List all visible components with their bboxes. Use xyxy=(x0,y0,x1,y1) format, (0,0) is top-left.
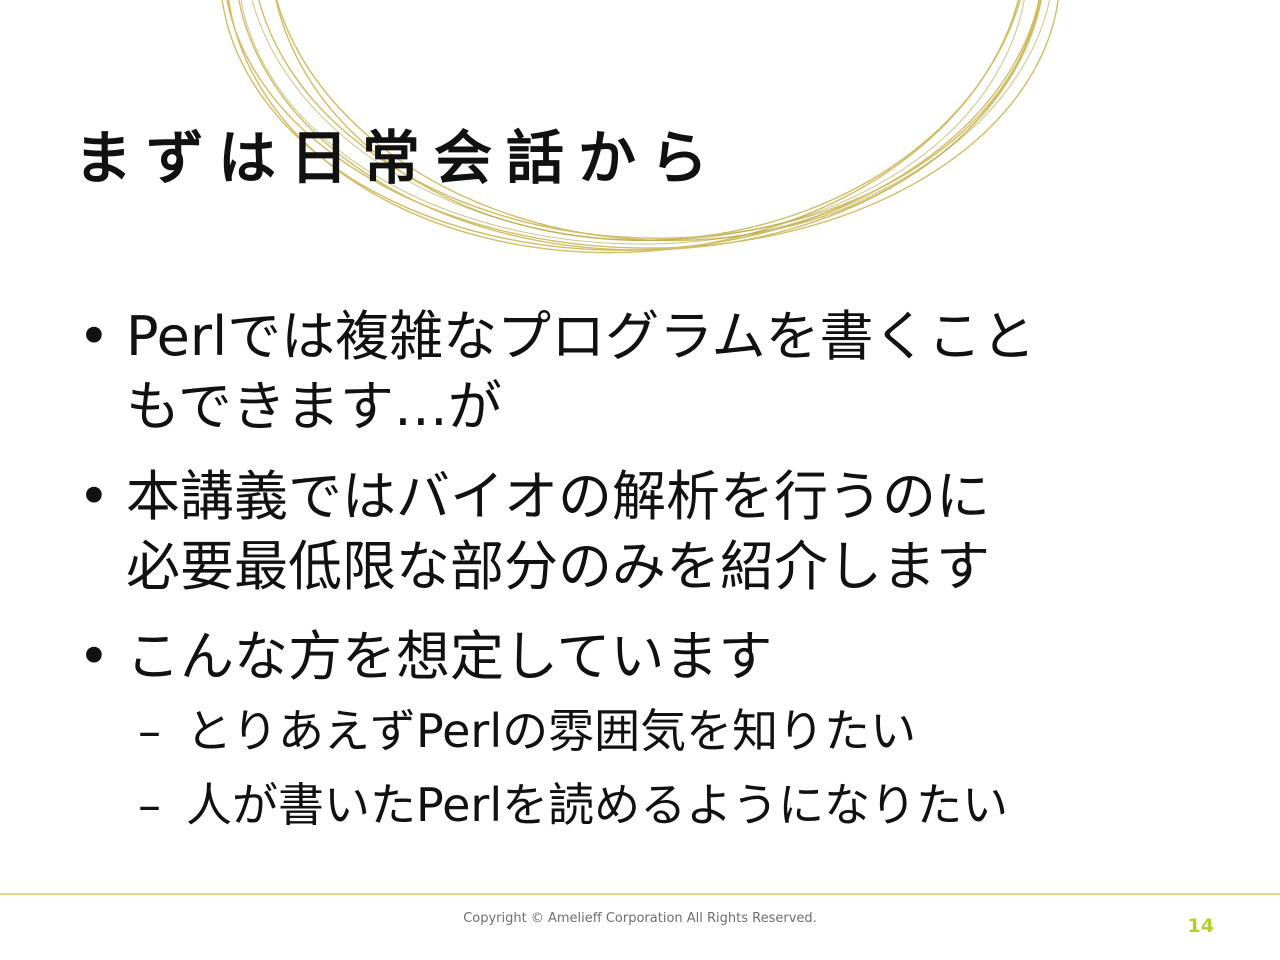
sub-bullet-text: 人が書いたPerlを読めるようになりたい xyxy=(186,778,1009,832)
bullet-item: • 本講義ではバイオの解析を行うのに 必要最低限な部分のみを紹介します xyxy=(78,462,1238,602)
sub-bullet-text: とりあえずPerlの雰囲気を知りたい xyxy=(186,704,917,758)
bullet-text-line: もできます…が xyxy=(126,375,502,438)
sub-bullet-marker: – xyxy=(138,778,161,832)
bullet-text-line: こんな方を想定しています xyxy=(126,625,773,688)
bullet-marker: • xyxy=(78,465,110,528)
bullet-text-line: 本講義ではバイオの解析を行うのに xyxy=(126,465,990,528)
bullet-marker: • xyxy=(78,625,110,688)
bullet-list: • Perlでは複雑なプログラムを書くこと もできます…が • 本講義ではバイオ… xyxy=(78,302,1238,846)
bullet-item: • Perlでは複雑なプログラムを書くこと もできます…が xyxy=(78,302,1238,442)
slide: まずは日常会話から • Perlでは複雑なプログラムを書くこと もできます…が … xyxy=(0,0,1280,960)
sub-bullet-marker: – xyxy=(138,704,161,758)
bullet-marker: • xyxy=(78,305,110,368)
slide-title: まずは日常会話から xyxy=(74,124,723,192)
footer-divider xyxy=(0,893,1280,895)
bullet-item: • こんな方を想定しています xyxy=(78,622,1238,692)
bullet-text-line: Perlでは複雑なプログラムを書くこと xyxy=(126,305,1036,368)
sub-bullet-item: – 人が書いたPerlを読めるようになりたい xyxy=(78,772,1238,838)
bullet-text-line: 必要最低限な部分のみを紹介します xyxy=(126,535,990,598)
sub-bullet-item: – とりあえずPerlの雰囲気を知りたい xyxy=(78,698,1238,764)
copyright-notice: Copyright © Amelieff Corporation All Rig… xyxy=(463,911,817,926)
page-number: 14 xyxy=(1187,915,1214,937)
